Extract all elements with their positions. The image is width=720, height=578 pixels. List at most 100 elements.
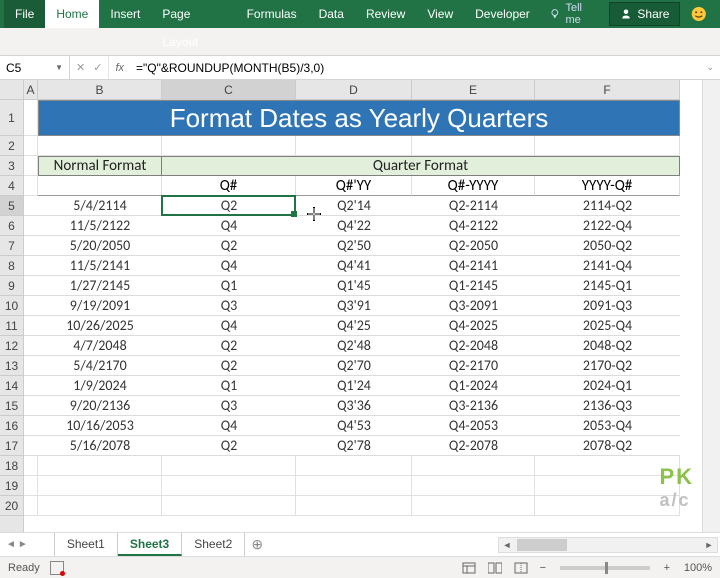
row-header-12[interactable]: 12 xyxy=(0,336,23,356)
sheet-tab-sheet1[interactable]: Sheet1 xyxy=(54,533,118,556)
qyyyy-cell[interactable]: Q4-2122 xyxy=(412,216,535,236)
sheet-tab-sheet2[interactable]: Sheet2 xyxy=(182,533,245,556)
enter-icon[interactable]: ✓ xyxy=(93,61,102,74)
ribbon-tab-developer[interactable]: Developer xyxy=(464,0,541,28)
date-cell[interactable]: 4/7/2048 xyxy=(38,336,162,356)
qyyyy-cell[interactable]: Q2-2114 xyxy=(412,196,535,216)
ribbon-tab-view[interactable]: View xyxy=(416,0,464,28)
qyy-cell[interactable]: Q2'70 xyxy=(296,356,412,376)
cell[interactable] xyxy=(412,456,535,476)
col-header-B[interactable]: B xyxy=(38,80,162,99)
cell[interactable] xyxy=(24,100,38,136)
cell[interactable] xyxy=(24,436,38,456)
cell[interactable] xyxy=(24,356,38,376)
date-cell[interactable]: 1/9/2024 xyxy=(38,376,162,396)
q-cell[interactable]: Q1 xyxy=(162,376,296,396)
macro-record-icon[interactable] xyxy=(50,561,64,575)
cell[interactable] xyxy=(162,496,296,516)
qyy-cell[interactable]: Q2'78 xyxy=(296,436,412,456)
qyy-cell[interactable]: Q3'91 xyxy=(296,296,412,316)
sheet-tab-sheet3[interactable]: Sheet3 xyxy=(118,533,182,556)
q-cell[interactable]: Q4 xyxy=(162,256,296,276)
yyyyq-cell[interactable]: 2048-Q2 xyxy=(535,336,680,356)
row-header-14[interactable]: 14 xyxy=(0,376,23,396)
cell[interactable] xyxy=(296,496,412,516)
qyyyy-cell[interactable]: Q3-2091 xyxy=(412,296,535,316)
name-box[interactable]: C5 ▼ xyxy=(0,56,70,79)
cell[interactable] xyxy=(24,456,38,476)
cell[interactable] xyxy=(535,136,680,156)
cells-area[interactable]: Format Dates as Yearly QuartersNormal Fo… xyxy=(24,100,680,532)
date-cell[interactable]: 5/16/2078 xyxy=(38,436,162,456)
expand-formula-icon[interactable]: ⌄ xyxy=(700,62,720,73)
subheader[interactable]: Q#-YYYY xyxy=(412,176,535,196)
date-cell[interactable]: 5/4/2170 xyxy=(38,356,162,376)
yyyyq-cell[interactable]: 2114-Q2 xyxy=(535,196,680,216)
qyyyy-cell[interactable]: Q3-2136 xyxy=(412,396,535,416)
cell[interactable] xyxy=(24,316,38,336)
row-header-8[interactable]: 8 xyxy=(0,256,23,276)
col-header-E[interactable]: E xyxy=(412,80,535,99)
cell[interactable] xyxy=(24,176,38,196)
qyyyy-cell[interactable]: Q4-2141 xyxy=(412,256,535,276)
page-break-view-button[interactable] xyxy=(510,559,532,577)
yyyyq-cell[interactable]: 2078-Q2 xyxy=(535,436,680,456)
subheader[interactable]: Q#'YY xyxy=(296,176,412,196)
row-header-7[interactable]: 7 xyxy=(0,236,23,256)
col-header-C[interactable]: C xyxy=(162,80,296,99)
zoom-in-button[interactable]: + xyxy=(660,562,674,574)
qyy-cell[interactable]: Q4'53 xyxy=(296,416,412,436)
date-cell[interactable]: 9/19/2091 xyxy=(38,296,162,316)
yyyyq-cell[interactable]: 2091-Q3 xyxy=(535,296,680,316)
q-cell[interactable]: Q3 xyxy=(162,396,296,416)
qyyyy-cell[interactable]: Q1-2024 xyxy=(412,376,535,396)
date-cell[interactable]: 10/16/2053 xyxy=(38,416,162,436)
cell[interactable] xyxy=(24,296,38,316)
cell[interactable] xyxy=(24,216,38,236)
cell[interactable] xyxy=(38,136,162,156)
vertical-scrollbar[interactable] xyxy=(702,80,720,532)
formula-input[interactable]: ="Q"&ROUNDUP(MONTH(B5)/3,0) xyxy=(130,61,700,75)
row-header-4[interactable]: 4 xyxy=(0,176,23,196)
yyyyq-cell[interactable]: 2025-Q4 xyxy=(535,316,680,336)
fx-icon[interactable]: fx xyxy=(109,62,130,74)
yyyyq-cell[interactable]: 2141-Q4 xyxy=(535,256,680,276)
page-layout-view-button[interactable] xyxy=(484,559,506,577)
cell[interactable] xyxy=(535,496,680,516)
cell[interactable] xyxy=(412,496,535,516)
date-cell[interactable]: 5/20/2050 xyxy=(38,236,162,256)
row-header-16[interactable]: 16 xyxy=(0,416,23,436)
cell[interactable] xyxy=(24,496,38,516)
qyyyy-cell[interactable]: Q2-2170 xyxy=(412,356,535,376)
ribbon-tab-formulas[interactable]: Formulas xyxy=(236,0,308,28)
select-all-corner[interactable] xyxy=(0,80,24,100)
cell[interactable] xyxy=(24,276,38,296)
qyyyy-cell[interactable]: Q4-2025 xyxy=(412,316,535,336)
qyyyy-cell[interactable]: Q4-2053 xyxy=(412,416,535,436)
col-header-D[interactable]: D xyxy=(296,80,412,99)
cell[interactable] xyxy=(24,196,38,216)
row-header-20[interactable]: 20 xyxy=(0,496,23,516)
qyy-cell[interactable]: Q2'14 xyxy=(296,196,412,216)
chevron-down-icon[interactable]: ▼ xyxy=(55,63,63,72)
qyy-cell[interactable]: Q4'25 xyxy=(296,316,412,336)
yyyyq-cell[interactable]: 2053-Q4 xyxy=(535,416,680,436)
qyyyy-cell[interactable]: Q2-2078 xyxy=(412,436,535,456)
qyy-cell[interactable]: Q2'50 xyxy=(296,236,412,256)
ribbon-tab-page-layout[interactable]: Page Layout xyxy=(151,0,235,28)
qyy-cell[interactable]: Q3'36 xyxy=(296,396,412,416)
date-cell[interactable]: 10/26/2025 xyxy=(38,316,162,336)
qyy-cell[interactable]: Q4'22 xyxy=(296,216,412,236)
yyyyq-cell[interactable]: 2136-Q3 xyxy=(535,396,680,416)
q-cell[interactable]: Q4 xyxy=(162,216,296,236)
share-button[interactable]: Share xyxy=(609,2,680,26)
q-cell[interactable]: Q3 xyxy=(162,296,296,316)
cell[interactable] xyxy=(24,476,38,496)
header-quarter[interactable]: Quarter Format xyxy=(162,156,680,176)
normal-view-button[interactable] xyxy=(458,559,480,577)
date-cell[interactable]: 5/4/2114 xyxy=(38,196,162,216)
cancel-icon[interactable]: ✕ xyxy=(76,61,85,74)
col-header-A[interactable]: A xyxy=(24,80,38,99)
cell[interactable] xyxy=(24,136,38,156)
q-cell[interactable]: Q2 xyxy=(162,336,296,356)
